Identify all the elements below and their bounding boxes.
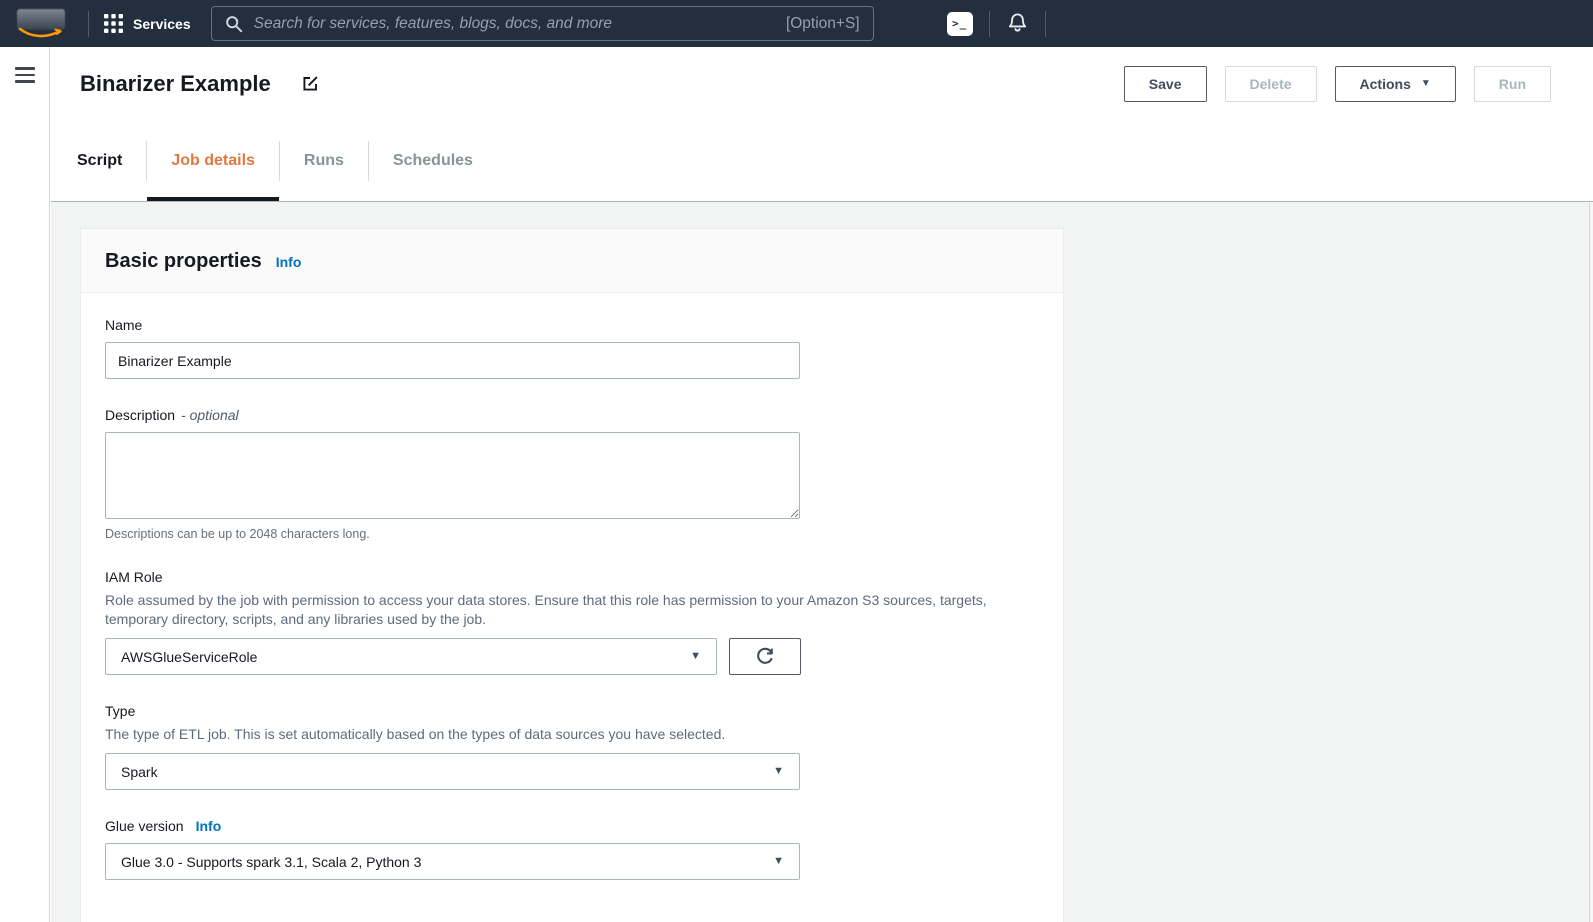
caret-down-icon: ▼ bbox=[773, 856, 784, 867]
edit-title-button[interactable] bbox=[301, 74, 320, 93]
tab-script-label: Script bbox=[77, 152, 122, 170]
save-button[interactable]: Save bbox=[1124, 66, 1207, 102]
page-body: Binarizer Example Save Delete Actions ▼ bbox=[0, 47, 1593, 922]
iam-role-label: IAM Role bbox=[105, 569, 1039, 585]
caret-down-icon: ▼ bbox=[1421, 79, 1431, 89]
type-label: Type bbox=[105, 703, 1039, 719]
edit-pencil-icon bbox=[301, 74, 320, 93]
topbar-divider bbox=[989, 11, 990, 37]
save-button-label: Save bbox=[1149, 76, 1182, 92]
iam-role-select[interactable]: AWSGlueServiceRole ▼ bbox=[105, 638, 717, 675]
type-field: Type The type of ETL job. This is set au… bbox=[105, 703, 1039, 790]
services-label: Services bbox=[133, 16, 191, 32]
glue-version-selected-value: Glue 3.0 - Supports spark 3.1, Scala 2, … bbox=[121, 854, 421, 870]
description-textarea[interactable] bbox=[105, 432, 800, 519]
aws-top-navigation: Services [Option+S] >_ bbox=[0, 0, 1593, 47]
panel-header: Basic properties Info bbox=[81, 229, 1063, 293]
hamburger-menu-icon[interactable] bbox=[15, 67, 35, 83]
name-field: Name bbox=[105, 317, 1039, 379]
iam-role-controls: AWSGlueServiceRole ▼ bbox=[105, 638, 1039, 675]
caret-down-icon: ▼ bbox=[773, 766, 784, 777]
search-shortcut-hint: [Option+S] bbox=[786, 15, 860, 33]
name-input[interactable] bbox=[105, 342, 800, 379]
search-input[interactable] bbox=[254, 15, 774, 33]
tab-job-details-label: Job details bbox=[171, 152, 255, 170]
description-constraint-text: Descriptions can be up to 2048 character… bbox=[105, 527, 1039, 541]
description-label: Description - optional bbox=[105, 407, 1039, 423]
tab-content-area: Basic properties Info Name Descript bbox=[51, 202, 1593, 922]
aws-logo[interactable] bbox=[17, 7, 65, 41]
glue-version-info-link[interactable]: Info bbox=[196, 818, 222, 834]
scrollbar[interactable] bbox=[1589, 203, 1593, 922]
run-button[interactable]: Run bbox=[1474, 66, 1551, 102]
basic-properties-panel: Basic properties Info Name Descript bbox=[80, 228, 1064, 922]
type-selected-value: Spark bbox=[121, 764, 158, 780]
panel-title: Basic properties bbox=[105, 250, 262, 273]
services-menu-button[interactable]: Services bbox=[104, 14, 191, 33]
job-tabs: Script Job details Runs Schedules bbox=[51, 120, 1593, 202]
cloudshell-icon[interactable]: >_ bbox=[947, 12, 973, 36]
notifications-bell-icon[interactable] bbox=[1006, 12, 1029, 35]
delete-button[interactable]: Delete bbox=[1225, 66, 1317, 102]
glue-version-select[interactable]: Glue 3.0 - Supports spark 3.1, Scala 2, … bbox=[105, 843, 800, 880]
panel-body: Name Description - optional Descriptions… bbox=[81, 293, 1063, 922]
topbar-divider bbox=[88, 11, 89, 37]
iam-role-field: IAM Role Role assumed by the job with pe… bbox=[105, 569, 1039, 675]
amazon-smile-icon bbox=[17, 26, 65, 41]
collapsed-side-navigation bbox=[0, 47, 50, 922]
bell-icon bbox=[1006, 12, 1029, 35]
topbar-divider bbox=[1045, 11, 1046, 37]
refresh-roles-button[interactable] bbox=[729, 638, 801, 675]
optional-indicator: - optional bbox=[181, 407, 239, 423]
basic-properties-info-link[interactable]: Info bbox=[276, 254, 302, 270]
type-description: The type of ETL job. This is set automat… bbox=[105, 725, 991, 744]
iam-role-selected-value: AWSGlueServiceRole bbox=[121, 649, 257, 665]
glue-version-field: Glue version Info Glue 3.0 - Supports sp… bbox=[105, 818, 1039, 880]
tab-schedules-label: Schedules bbox=[393, 152, 473, 170]
glue-version-label: Glue version Info bbox=[105, 818, 1039, 834]
tab-runs[interactable]: Runs bbox=[280, 120, 368, 201]
search-icon bbox=[225, 15, 243, 33]
services-grid-icon bbox=[104, 14, 123, 33]
caret-down-icon: ▼ bbox=[690, 651, 701, 662]
iam-role-description: Role assumed by the job with permission … bbox=[105, 591, 991, 629]
main-area: Binarizer Example Save Delete Actions ▼ bbox=[51, 47, 1593, 922]
global-search[interactable]: [Option+S] bbox=[211, 6, 874, 41]
page-title: Binarizer Example bbox=[80, 71, 271, 97]
run-button-label: Run bbox=[1499, 76, 1526, 92]
tab-runs-label: Runs bbox=[304, 152, 344, 170]
tab-schedules[interactable]: Schedules bbox=[369, 120, 497, 201]
actions-button-label: Actions bbox=[1360, 76, 1411, 92]
tab-job-details[interactable]: Job details bbox=[147, 120, 279, 201]
refresh-icon bbox=[755, 647, 775, 667]
delete-button-label: Delete bbox=[1250, 76, 1292, 92]
page-header: Binarizer Example Save Delete Actions ▼ bbox=[51, 47, 1593, 120]
cloudshell-glyph: >_ bbox=[952, 17, 967, 30]
actions-dropdown-button[interactable]: Actions ▼ bbox=[1335, 66, 1456, 102]
header-actions: Save Delete Actions ▼ Run bbox=[1124, 66, 1551, 102]
tab-script[interactable]: Script bbox=[77, 120, 146, 201]
description-field: Description - optional Descriptions can … bbox=[105, 407, 1039, 541]
type-select[interactable]: Spark ▼ bbox=[105, 753, 800, 790]
name-label: Name bbox=[105, 317, 1039, 333]
